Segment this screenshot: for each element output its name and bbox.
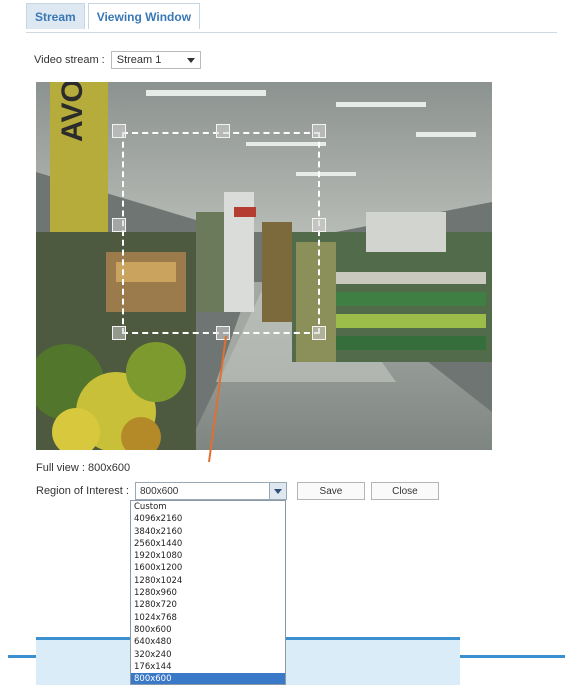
left-accent-band xyxy=(8,655,36,658)
chevron-down-icon xyxy=(273,488,282,494)
right-accent-band xyxy=(460,655,565,658)
dropdown-item[interactable]: 1024x768 xyxy=(131,612,285,624)
roi-select[interactable]: 800x600 xyxy=(134,482,287,500)
roi-select-value: 800x600 xyxy=(139,485,179,497)
chevron-down-icon xyxy=(186,57,195,63)
roi-handle-top-right[interactable] xyxy=(312,124,326,138)
tab-stream[interactable]: Stream xyxy=(26,3,85,29)
dropdown-item[interactable]: 1280x1024 xyxy=(131,575,285,587)
dropdown-item[interactable]: 800x600 xyxy=(131,624,285,636)
roi-label: Region of Interest : xyxy=(36,485,129,497)
dropdown-item[interactable]: 4096x2160 xyxy=(131,513,285,525)
tab-viewing-window[interactable]: Viewing Window xyxy=(87,3,201,29)
video-preview[interactable]: AVOC xyxy=(36,82,492,450)
dropdown-item[interactable]: 1920x1080 xyxy=(131,550,285,562)
save-button[interactable]: Save xyxy=(296,482,365,500)
dropdown-item-selected[interactable]: 800x600 xyxy=(131,673,285,684)
dropdown-item[interactable]: 176x144 xyxy=(131,661,285,673)
roi-handle-left[interactable] xyxy=(112,218,126,232)
video-stream-label: Video stream : xyxy=(34,54,105,66)
svg-text:AVOC: AVOC xyxy=(56,82,89,142)
dropdown-item[interactable]: 320x240 xyxy=(131,649,285,661)
roi-selection-box[interactable] xyxy=(122,132,320,334)
roi-dropdown-list[interactable]: Custom 4096x2160 3840x2160 2560x1440 192… xyxy=(130,500,286,685)
roi-handle-top-left[interactable] xyxy=(112,124,126,138)
roi-row: Region of Interest : 800x600 Save Close xyxy=(36,481,439,501)
dropdown-item[interactable]: Custom xyxy=(131,501,285,513)
roi-handle-bottom-left[interactable] xyxy=(112,326,126,340)
tab-bar: Stream Viewing Window xyxy=(26,3,203,31)
dropdown-item[interactable]: 1280x960 xyxy=(131,587,285,599)
roi-handle-right[interactable] xyxy=(312,218,326,232)
dropdown-item[interactable]: 3840x2160 xyxy=(131,526,285,538)
roi-handle-bottom-right[interactable] xyxy=(312,326,326,340)
dropdown-item[interactable]: 640x480 xyxy=(131,636,285,648)
roi-handle-bottom[interactable] xyxy=(216,326,230,340)
close-button[interactable]: Close xyxy=(370,482,439,500)
video-stream-value: Stream 1 xyxy=(116,54,162,66)
video-stream-row: Video stream : Stream 1 xyxy=(34,50,201,70)
roi-select-arrow[interactable] xyxy=(268,483,286,499)
dropdown-item[interactable]: 1600x1200 xyxy=(131,562,285,574)
video-stream-select[interactable]: Stream 1 xyxy=(110,51,201,69)
roi-handle-top[interactable] xyxy=(216,124,230,138)
full-view-text: Full view : 800x600 xyxy=(36,462,131,474)
dropdown-item[interactable]: 1280x720 xyxy=(131,599,285,611)
dropdown-item[interactable]: 2560x1440 xyxy=(131,538,285,550)
tab-divider xyxy=(26,32,557,33)
